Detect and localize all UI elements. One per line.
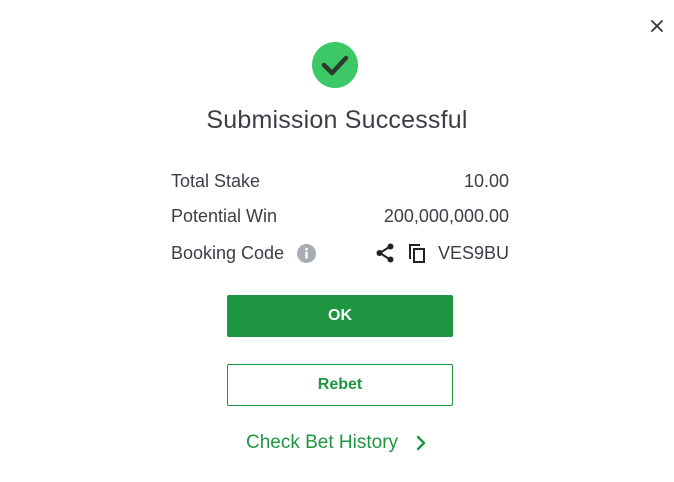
info-icon[interactable] [297, 243, 317, 263]
total-stake-label: Total Stake [171, 170, 261, 191]
rebet-button[interactable]: Rebet [227, 364, 453, 406]
ok-button[interactable]: OK [227, 295, 453, 337]
booking-code-row: Booking Code VES9BU [171, 241, 509, 265]
potential-win-label: Potential Win [171, 205, 278, 226]
close-icon[interactable] [646, 15, 668, 37]
booking-code-label: Booking Code [171, 242, 285, 263]
check-bet-history-link[interactable]: Check Bet History [0, 432, 674, 454]
submission-dialog: Submission Successful Total Stake 10.00 … [0, 0, 674, 482]
copy-icon[interactable] [406, 242, 428, 264]
chevron-right-icon [416, 435, 426, 451]
dialog-title: Submission Successful [206, 106, 468, 134]
check-bet-history-label: Check Bet History [245, 432, 399, 453]
potential-win-value: 200,000,000.00 [383, 205, 509, 226]
total-stake-value: 10.00 [463, 170, 509, 191]
share-icon[interactable] [374, 242, 396, 264]
booking-code-value: VES9BU [437, 242, 509, 263]
potential-win-row: Potential Win 200,000,000.00 [171, 204, 509, 228]
check-circle-icon [312, 42, 358, 88]
total-stake-row: Total Stake 10.00 [171, 169, 509, 193]
